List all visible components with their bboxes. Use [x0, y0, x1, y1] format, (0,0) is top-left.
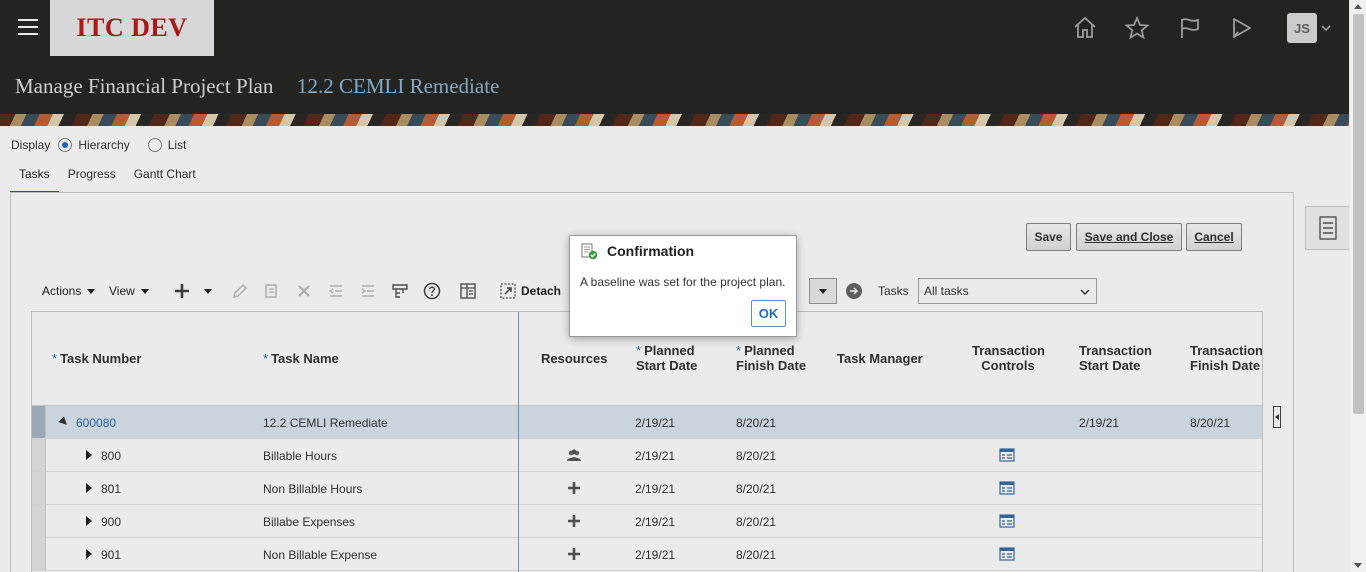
scrollbar-thumb[interactable]: [1353, 14, 1364, 414]
dialog-title: Confirmation: [607, 243, 695, 259]
vertical-scrollbar[interactable]: [1349, 0, 1366, 572]
scroll-up-arrow[interactable]: [1354, 4, 1362, 9]
confirmation-check-icon: [581, 243, 598, 260]
confirmation-dialog: Confirmation A baseline was set for the …: [569, 235, 797, 337]
dialog-message: A baseline was set for the project plan.: [580, 275, 786, 289]
ok-button[interactable]: OK: [751, 300, 786, 327]
scroll-down-arrow[interactable]: [1354, 563, 1362, 568]
